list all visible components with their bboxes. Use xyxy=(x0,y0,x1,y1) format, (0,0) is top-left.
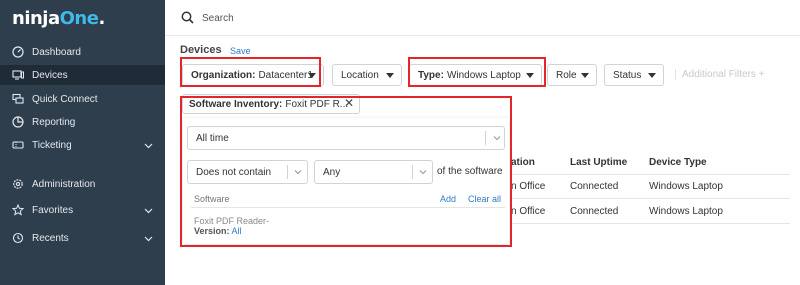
caret-down-icon xyxy=(386,73,394,78)
ticketing-icon xyxy=(12,139,24,151)
sidebar-item-ticketing[interactable]: Ticketing xyxy=(0,135,165,155)
reporting-icon xyxy=(12,116,24,128)
table-cell: Connected xyxy=(570,206,619,217)
sidebar-item-dashboard[interactable]: Dashboard xyxy=(0,42,165,62)
filter-status[interactable]: Status xyxy=(604,64,664,86)
devices-icon xyxy=(12,69,24,81)
sidebar-item-label: Dashboard xyxy=(32,46,81,58)
table-cell: n Office xyxy=(511,206,546,217)
ninjaone-logo[interactable]: ninjaOne. xyxy=(12,8,105,29)
row-divider xyxy=(510,198,790,199)
row-divider xyxy=(510,223,790,224)
quick-connect-icon xyxy=(12,93,24,105)
caret-down-icon xyxy=(308,73,316,78)
save-link[interactable]: Save xyxy=(230,46,251,56)
software-filter-panel: All time Does not contain Any of the sof… xyxy=(183,118,509,244)
column-header-location[interactable]: ation xyxy=(511,157,535,168)
sidebar-item-administration[interactable]: Administration xyxy=(0,174,165,194)
of-software-text: of the software xyxy=(437,166,503,177)
chevron-down-icon xyxy=(144,143,153,149)
clear-all-link[interactable]: Clear all xyxy=(468,194,501,204)
star-icon xyxy=(12,204,24,216)
caret-down-icon xyxy=(581,73,589,78)
sidebar-item-quick-connect[interactable]: Quick Connect xyxy=(0,89,165,109)
dashboard-icon xyxy=(12,46,24,58)
sidebar-item-reporting[interactable]: Reporting xyxy=(0,112,165,132)
table-cell: Windows Laptop xyxy=(649,206,723,217)
condition-select[interactable]: Does not contain xyxy=(187,160,308,184)
selected-software-name: Foxit PDF Reader- xyxy=(194,216,270,226)
history-icon xyxy=(12,232,24,244)
additional-filters-button[interactable]: Additional Filters + xyxy=(675,69,765,80)
sidebar-item-label: Reporting xyxy=(32,116,76,128)
caret-down-icon xyxy=(526,73,534,78)
sidebar-item-label: Favorites xyxy=(32,204,74,216)
top-search-bar xyxy=(165,0,800,36)
version-link[interactable]: All xyxy=(232,226,242,236)
chevron-down-icon xyxy=(144,208,153,214)
chevron-down-icon xyxy=(419,170,427,175)
sidebar-item-label: Ticketing xyxy=(32,139,72,151)
sidebar-item-label: Administration xyxy=(32,178,96,190)
add-software-link[interactable]: Add xyxy=(440,194,456,204)
column-header-device-type[interactable]: Device Type xyxy=(649,157,707,168)
chevron-down-icon xyxy=(493,136,501,141)
row-divider xyxy=(510,174,790,175)
sidebar-item-favorites[interactable]: Favorites xyxy=(0,200,165,220)
search-icon xyxy=(181,11,194,24)
filter-organization[interactable]: Organization: Datacenter1 xyxy=(182,64,324,86)
sidebar-item-label: Recents xyxy=(32,232,69,244)
search-input[interactable] xyxy=(202,9,502,27)
gear-icon xyxy=(12,178,24,190)
sidebar: ninjaOne. Dashboard Devices Quick Connec… xyxy=(0,0,165,285)
filter-software-inventory[interactable]: Software Inventory: Foxit PDF R... xyxy=(182,94,360,114)
quantifier-select[interactable]: Any xyxy=(314,160,433,184)
time-range-select[interactable]: All time xyxy=(187,126,505,150)
divider xyxy=(191,207,505,208)
chevron-down-icon xyxy=(144,236,153,242)
filter-location[interactable]: Location xyxy=(332,64,402,86)
sidebar-item-devices[interactable]: Devices xyxy=(0,65,165,85)
software-label: Software xyxy=(194,194,230,204)
filter-type[interactable]: Type: Windows Laptop xyxy=(409,64,542,86)
column-header-last-uptime[interactable]: Last Uptime xyxy=(570,157,627,168)
sidebar-item-label: Devices xyxy=(32,69,68,81)
chevron-down-icon xyxy=(294,170,302,175)
sidebar-item-label: Quick Connect xyxy=(32,93,98,105)
page-title: Devices xyxy=(180,44,222,56)
table-cell: Connected xyxy=(570,181,619,192)
table-cell: n Office xyxy=(511,181,546,192)
sidebar-item-recents[interactable]: Recents xyxy=(0,228,165,248)
filter-role[interactable]: Role xyxy=(547,64,597,86)
caret-down-icon xyxy=(648,73,656,78)
table-cell: Windows Laptop xyxy=(649,181,723,192)
close-icon[interactable]: ✕ xyxy=(343,96,355,110)
selected-software-version: Version: All xyxy=(194,226,242,236)
